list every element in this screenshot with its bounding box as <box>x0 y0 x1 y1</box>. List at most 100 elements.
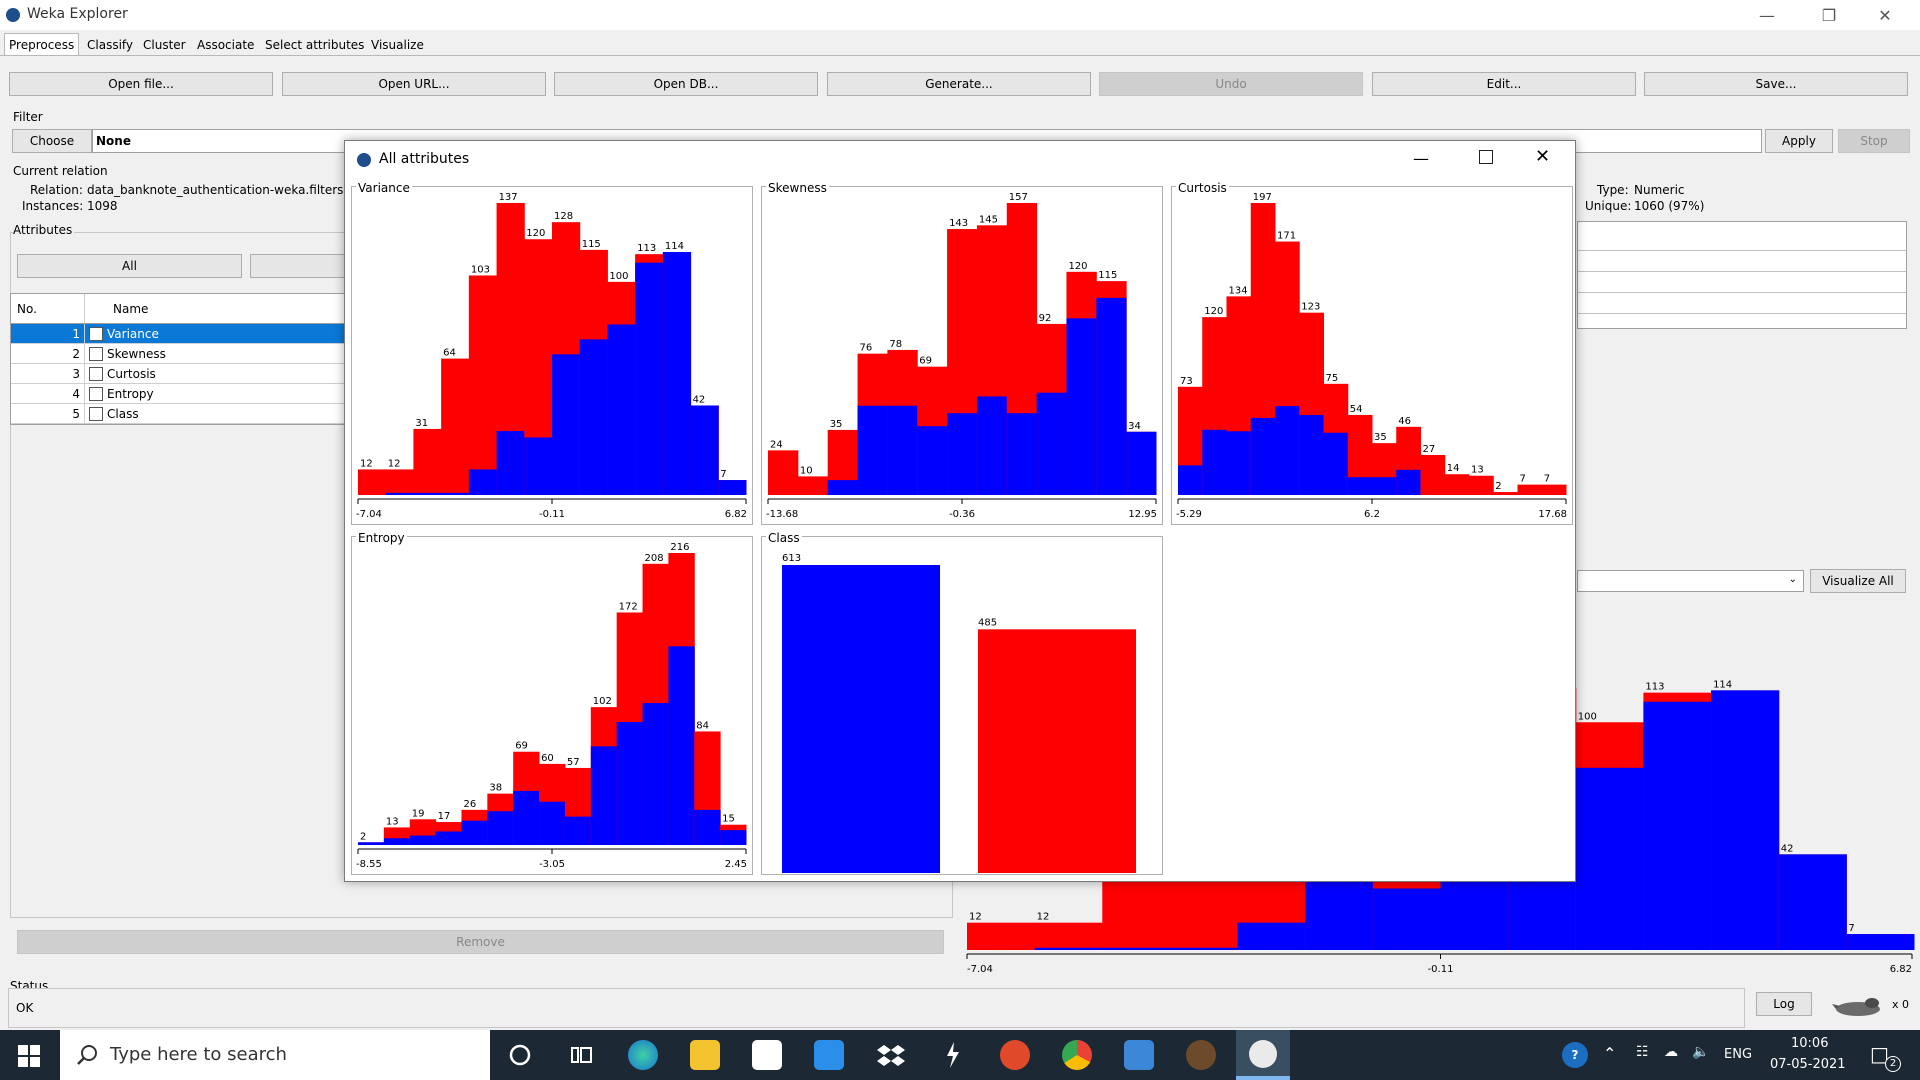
bar-count-label: 42 <box>693 394 706 405</box>
cortana-icon[interactable] <box>505 1040 535 1070</box>
bar-count-label: 208 <box>645 553 664 564</box>
open-url-button[interactable]: Open URL... <box>282 72 546 96</box>
histogram-bar-blue <box>1778 854 1847 950</box>
remove-button[interactable]: Remove <box>17 930 944 954</box>
class-bar <box>782 565 940 873</box>
filter-choose-button[interactable]: Choose <box>12 129 92 153</box>
undo-button[interactable]: Undo <box>1099 72 1363 96</box>
x-axis-tick-label: -7.04 <box>356 509 382 520</box>
histogram-bar-red <box>1493 492 1518 495</box>
row-name: Variance <box>107 326 159 341</box>
histogram-bar-blue <box>1169 947 1239 950</box>
help-icon[interactable]: ? <box>1562 1042 1588 1068</box>
dialog-close-icon[interactable]: ✕ <box>1535 146 1550 167</box>
type-label: Type: <box>1597 183 1629 197</box>
histogram-bar-blue <box>1372 888 1441 950</box>
table-row[interactable]: 2 Skewness <box>11 344 349 364</box>
tab-visualize[interactable]: Visualize <box>366 33 429 55</box>
row-checkbox[interactable] <box>89 366 103 381</box>
bar-count-label: 157 <box>1009 192 1028 203</box>
close-icon[interactable]: ✕ <box>1862 0 1908 30</box>
skewness-histogram: 24 10 35 76 78 69 143 145 157 92 120 115 34 -13.68 -0.… <box>766 192 1157 520</box>
row-checkbox[interactable] <box>89 346 103 361</box>
table-row[interactable]: 5 Class <box>11 404 349 424</box>
file-explorer-icon[interactable] <box>690 1040 720 1070</box>
task-view-icon[interactable] <box>566 1040 596 1070</box>
bar-count-label: 197 <box>1253 192 1272 203</box>
minimize-icon[interactable]: — <box>1744 0 1790 30</box>
edit-button[interactable]: Edit... <box>1372 72 1636 96</box>
settings-gear-icon[interactable] <box>1186 1040 1216 1070</box>
entropy-histogram-panel: Entropy 2 13 19 17 26 38 69 60 57 102 172 208 216 84 1… <box>351 531 753 875</box>
windows-start-icon[interactable] <box>18 1045 40 1070</box>
dialog-maximize-icon[interactable] <box>1479 150 1493 164</box>
entropy-title: Entropy <box>356 531 407 545</box>
bar-count-label: 34 <box>1128 421 1141 432</box>
bar-count-label: 24 <box>770 439 783 450</box>
histogram-bar-blue <box>1643 701 1712 950</box>
tab-associate[interactable]: Associate <box>192 33 259 55</box>
network-icon[interactable]: ☷ <box>1636 1044 1649 1060</box>
histogram-bar-blue <box>413 492 442 495</box>
row-checkbox[interactable] <box>89 326 103 341</box>
chrome-icon[interactable] <box>1062 1040 1092 1070</box>
attributes-all-button[interactable]: All <box>17 254 242 278</box>
dialog-minimize-icon[interactable]: — <box>1413 149 1429 168</box>
attributes-none-button[interactable] <box>250 254 350 278</box>
x-axis-tick-label: -8.55 <box>356 859 382 870</box>
tab-preprocess[interactable]: Preprocess <box>4 33 80 55</box>
table-row[interactable]: 3 Curtosis <box>11 364 349 384</box>
curtosis-histogram: 73120134197171123755435462714 1327 7-5.29 6… <box>1176 192 1567 520</box>
row-checkbox[interactable] <box>89 386 103 401</box>
class-select[interactable]: ⌄ <box>1577 570 1804 592</box>
generate-button[interactable]: Generate... <box>827 72 1091 96</box>
histogram-bar-blue <box>635 262 664 495</box>
cloud-icon[interactable]: ☁ <box>1664 1044 1678 1060</box>
row-checkbox[interactable] <box>89 406 103 421</box>
dropbox-icon[interactable] <box>876 1040 906 1070</box>
col-name-header[interactable]: Name <box>107 294 148 323</box>
histogram-bar-blue <box>564 816 592 845</box>
histogram-bar-blue <box>1299 414 1324 495</box>
histogram-bar-blue <box>947 413 978 495</box>
clock-time[interactable]: 10:06 <box>1791 1036 1828 1051</box>
open-file-button[interactable]: Open file... <box>9 72 273 96</box>
app-lightning-icon[interactable] <box>938 1040 968 1070</box>
open-db-button[interactable]: Open DB... <box>554 72 818 96</box>
row-number: 2 <box>11 344 85 363</box>
curtosis-histogram-panel: Curtosis 73 120 134 197 171 123 75 54 35 46 27 14 13… <box>1171 181 1573 525</box>
volume-icon[interactable]: 🔈 <box>1692 1044 1709 1060</box>
stop-button[interactable]: Stop <box>1838 129 1910 153</box>
tab-classify[interactable]: Classify <box>82 33 138 55</box>
histogram-bar-blue <box>385 492 414 495</box>
language-indicator[interactable]: ENG <box>1724 1047 1752 1062</box>
edge-icon[interactable] <box>628 1040 658 1070</box>
class-bar <box>978 629 1136 873</box>
row-name: Class <box>107 406 139 421</box>
app-red-circle-icon[interactable] <box>1000 1040 1030 1070</box>
chevron-up-icon[interactable]: ⌃ <box>1603 1044 1616 1063</box>
instances-label: Instances: <box>22 199 84 213</box>
table-row[interactable]: 1 Variance <box>11 324 349 344</box>
tab-select-attributes[interactable]: Select attributes <box>260 33 369 55</box>
x-axis-tick-label: -7.04 <box>967 964 993 975</box>
photos-icon[interactable] <box>1124 1040 1154 1070</box>
clock-date[interactable]: 07-05-2021 <box>1770 1057 1846 1072</box>
bar-count-label: 69 <box>515 741 528 752</box>
store-icon[interactable] <box>752 1040 782 1070</box>
mail-icon[interactable] <box>814 1040 844 1070</box>
col-no-header[interactable]: No. <box>11 294 85 323</box>
bar-count-label: 12 <box>1037 912 1050 923</box>
histogram-bar-blue <box>1250 417 1276 495</box>
weka-taskbar-button[interactable] <box>1236 1030 1290 1080</box>
restore-icon[interactable]: ❐ <box>1806 0 1852 30</box>
log-button[interactable]: Log <box>1756 992 1812 1016</box>
visualize-all-button[interactable]: Visualize All <box>1810 569 1906 593</box>
apply-button[interactable]: Apply <box>1765 129 1833 153</box>
save-button[interactable]: Save... <box>1644 72 1908 96</box>
tab-cluster[interactable]: Cluster <box>138 33 191 55</box>
histogram-bar-red <box>1517 484 1543 495</box>
filter-section-title: Filter <box>13 110 43 124</box>
x-axis-tick-label: 6.82 <box>1890 964 1912 975</box>
table-row[interactable]: 4 Entropy <box>11 384 349 404</box>
